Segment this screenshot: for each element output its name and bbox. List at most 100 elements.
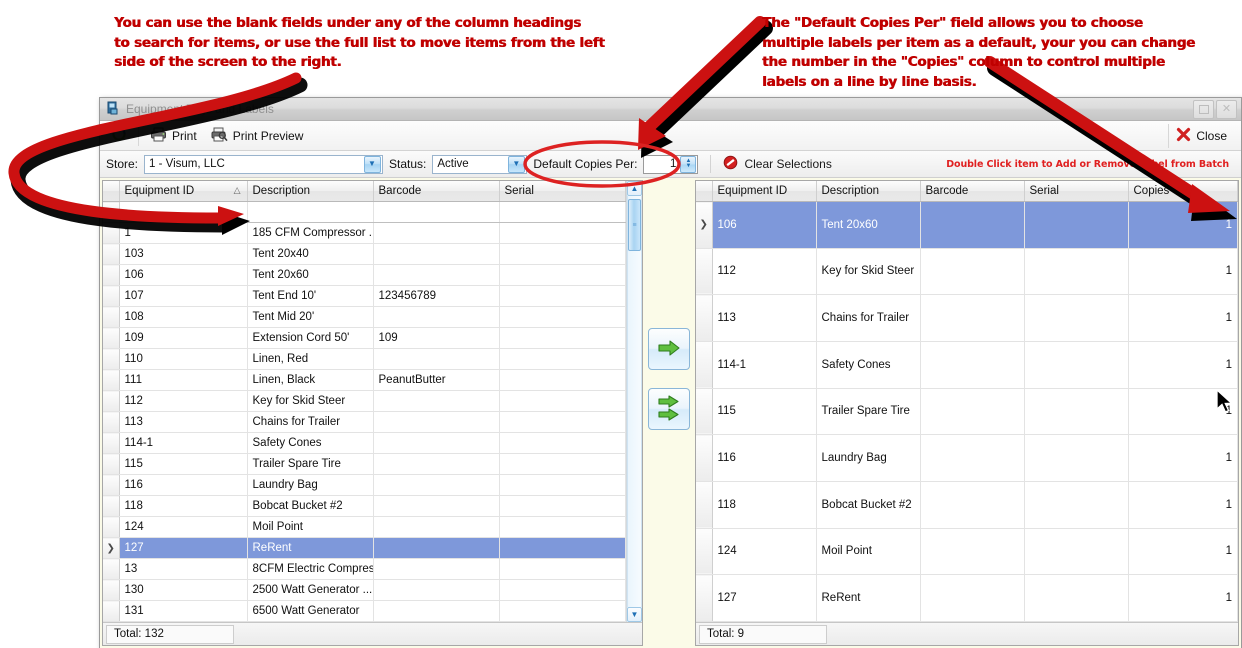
refresh-button[interactable] bbox=[104, 124, 134, 147]
cell-equipment-id[interactable]: 108 bbox=[119, 306, 248, 328]
cell-description[interactable]: Trailer Spare Tire bbox=[247, 453, 374, 475]
column-header-serial[interactable]: Serial bbox=[499, 181, 626, 202]
cell-barcode[interactable] bbox=[920, 248, 1025, 296]
cell-barcode[interactable]: PeanutButter bbox=[373, 369, 500, 391]
cell-copies[interactable]: 1 bbox=[1128, 574, 1238, 622]
cell-equipment-id[interactable]: 114-1 bbox=[712, 341, 817, 389]
cell-description[interactable]: ReRent bbox=[816, 574, 921, 622]
cell-barcode[interactable] bbox=[373, 222, 500, 244]
cell-serial[interactable] bbox=[1024, 201, 1129, 249]
spinner-arrows-icon[interactable]: ▲ ▼ bbox=[680, 155, 697, 173]
cell-barcode[interactable] bbox=[373, 390, 500, 412]
table-row[interactable]: 124 Moil Point bbox=[103, 516, 626, 538]
table-row[interactable]: 114-1 Safety Cones 1 bbox=[696, 341, 1238, 389]
cell-description[interactable]: Trailer Spare Tire bbox=[816, 388, 921, 436]
status-select[interactable]: Active ▼ bbox=[432, 154, 528, 174]
cell-barcode[interactable] bbox=[373, 306, 500, 328]
table-row[interactable]: 112 Key for Skid Steer 1 bbox=[696, 248, 1238, 296]
scroll-up-icon[interactable]: ▲ bbox=[627, 181, 642, 196]
cell-equipment-id[interactable]: 116 bbox=[712, 434, 817, 482]
cell-barcode[interactable] bbox=[920, 574, 1025, 622]
table-row[interactable]: 111 Linen, Black PeanutButter bbox=[103, 369, 626, 391]
filter-input-1[interactable] bbox=[247, 201, 374, 223]
cell-description[interactable]: Tent 20x40 bbox=[247, 243, 374, 265]
cell-serial[interactable] bbox=[499, 558, 626, 580]
scroll-down-icon[interactable]: ▼ bbox=[627, 607, 642, 622]
cell-barcode[interactable] bbox=[373, 474, 500, 496]
cell-serial[interactable] bbox=[499, 600, 626, 622]
cell-barcode[interactable] bbox=[373, 579, 500, 601]
cell-description[interactable]: Safety Cones bbox=[247, 432, 374, 454]
table-row[interactable]: 107 Tent End 10' 123456789 bbox=[103, 285, 626, 307]
cell-equipment-id[interactable]: 109 bbox=[119, 327, 248, 349]
cell-copies[interactable]: 1 bbox=[1128, 294, 1238, 342]
cell-serial[interactable] bbox=[499, 390, 626, 412]
table-row[interactable]: ❯ 106 Tent 20x60 1 bbox=[696, 201, 1238, 249]
cell-copies[interactable]: 1 bbox=[1128, 528, 1238, 576]
cell-description[interactable]: 2500 Watt Generator ... bbox=[247, 579, 374, 601]
column-header-description[interactable]: Description bbox=[247, 181, 374, 202]
table-row[interactable]: 13 8CFM Electric Compres... bbox=[103, 558, 626, 580]
chevron-down-icon[interactable]: ▼ bbox=[507, 155, 525, 173]
cell-equipment-id[interactable]: 106 bbox=[119, 264, 248, 286]
cell-equipment-id[interactable]: 116 bbox=[119, 474, 248, 496]
cell-description[interactable]: Moil Point bbox=[816, 528, 921, 576]
scroll-thumb[interactable]: ≡ bbox=[628, 199, 641, 251]
cell-barcode[interactable] bbox=[920, 434, 1025, 482]
cell-serial[interactable] bbox=[499, 285, 626, 307]
cell-description[interactable]: Chains for Trailer bbox=[816, 294, 921, 342]
table-row[interactable]: 106 Tent 20x60 bbox=[103, 264, 626, 286]
column-header-equipment-id[interactable]: Equipment ID △ bbox=[119, 181, 248, 202]
cell-serial[interactable] bbox=[499, 537, 626, 559]
cell-equipment-id[interactable]: 127 bbox=[712, 574, 817, 622]
filter-input-0[interactable] bbox=[119, 201, 248, 223]
cell-description[interactable]: 185 CFM Compressor ... bbox=[247, 222, 374, 244]
cell-barcode[interactable] bbox=[373, 411, 500, 433]
print-button[interactable]: Print bbox=[143, 125, 204, 147]
cell-serial[interactable] bbox=[499, 495, 626, 517]
cell-barcode[interactable] bbox=[920, 201, 1025, 249]
cell-barcode[interactable] bbox=[920, 388, 1025, 436]
cell-equipment-id[interactable]: 103 bbox=[119, 243, 248, 265]
cell-copies[interactable]: 1 bbox=[1128, 434, 1238, 482]
scroll-track[interactable]: ≡ bbox=[627, 196, 642, 607]
table-row[interactable]: 127 ReRent 1 bbox=[696, 574, 1238, 622]
table-row[interactable]: 130 2500 Watt Generator ... bbox=[103, 579, 626, 601]
maximize-button[interactable] bbox=[1193, 99, 1214, 119]
cell-barcode[interactable] bbox=[373, 243, 500, 265]
filter-input-3[interactable] bbox=[499, 201, 626, 223]
cell-barcode[interactable]: 123456789 bbox=[373, 285, 500, 307]
cell-copies[interactable]: 1 bbox=[1128, 248, 1238, 296]
cell-equipment-id[interactable]: 115 bbox=[712, 388, 817, 436]
cell-equipment-id[interactable]: 124 bbox=[712, 528, 817, 576]
cell-equipment-id[interactable]: 124 bbox=[119, 516, 248, 538]
cell-serial[interactable] bbox=[1024, 574, 1129, 622]
close-button[interactable]: Close bbox=[1168, 123, 1237, 148]
cell-barcode[interactable] bbox=[373, 495, 500, 517]
cell-description[interactable]: Extension Cord 50' bbox=[247, 327, 374, 349]
cell-description[interactable]: Bobcat Bucket #2 bbox=[816, 481, 921, 529]
move-all-button[interactable] bbox=[648, 388, 690, 430]
table-row[interactable]: 115 Trailer Spare Tire bbox=[103, 453, 626, 475]
cell-description[interactable]: Chains for Trailer bbox=[247, 411, 374, 433]
table-row[interactable]: 109 Extension Cord 50' 109 bbox=[103, 327, 626, 349]
cell-barcode[interactable]: 109 bbox=[373, 327, 500, 349]
table-row[interactable]: 113 Chains for Trailer bbox=[103, 411, 626, 433]
cell-serial[interactable] bbox=[1024, 248, 1129, 296]
cell-serial[interactable] bbox=[499, 432, 626, 454]
store-select[interactable]: 1 - Visum, LLC ▼ bbox=[144, 154, 384, 174]
cell-serial[interactable] bbox=[499, 579, 626, 601]
table-row[interactable]: ❯ 127 ReRent bbox=[103, 537, 626, 559]
cell-barcode[interactable] bbox=[373, 453, 500, 475]
cell-description[interactable]: Linen, Black bbox=[247, 369, 374, 391]
cell-barcode[interactable] bbox=[920, 294, 1025, 342]
cell-serial[interactable] bbox=[499, 306, 626, 328]
cell-description[interactable]: Tent 20x60 bbox=[816, 201, 921, 249]
cell-serial[interactable] bbox=[499, 369, 626, 391]
cell-serial[interactable] bbox=[499, 222, 626, 244]
window-titlebar[interactable]: Equipment Tags and Labels ✕ bbox=[100, 98, 1241, 121]
column-header-copies[interactable]: Copies bbox=[1128, 181, 1238, 202]
cell-serial[interactable] bbox=[1024, 388, 1129, 436]
print-preview-button[interactable]: Print Preview bbox=[204, 125, 311, 147]
cell-copies[interactable]: 1 bbox=[1128, 201, 1238, 249]
